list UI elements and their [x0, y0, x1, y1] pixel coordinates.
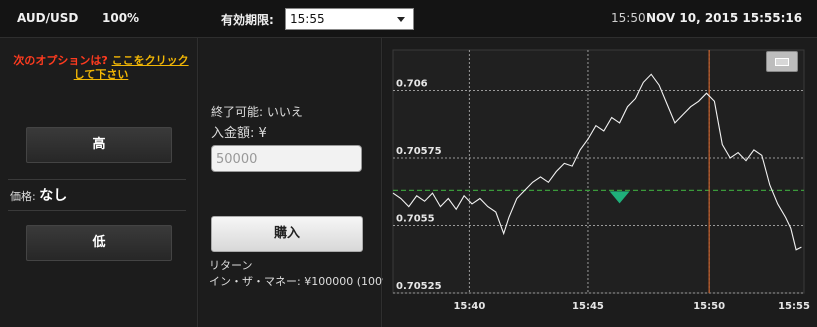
- price-label: 価格:: [10, 190, 36, 203]
- price-chart: 0.706 0.70575 0.7055 0.70525 15:40 15:45 15:50…: [392, 49, 810, 312]
- chart-toggle-button[interactable]: [766, 51, 798, 72]
- expiry-label: 有効期限:: [221, 13, 274, 27]
- deposit-label: 入金額: ¥: [211, 126, 267, 141]
- y-tick-label: 0.7055: [396, 214, 435, 225]
- buy-button[interactable]: 購入: [211, 216, 363, 252]
- server-datetime: NOV 10, 2015 15:55:16: [646, 11, 803, 25]
- low-button[interactable]: 低: [26, 225, 172, 261]
- header-bar: AUD/USD 100% 有効期限: 15:55 15:50 NOV 10, 2…: [0, 0, 817, 38]
- price-value: なし: [39, 188, 68, 204]
- price-display: 価格: なし: [10, 185, 67, 205]
- chevron-down-icon: [397, 17, 405, 22]
- payout-percentage: 100%: [102, 11, 140, 25]
- expiry-select[interactable]: 15:55: [285, 8, 414, 30]
- divider: [8, 179, 186, 180]
- trade-direction-panel: 次のオプションは? ここをクリックして下さい 高 価格: なし 低: [0, 38, 198, 327]
- y-tick-label: 0.70575: [396, 146, 442, 157]
- y-tick-label: 0.70525: [396, 281, 442, 292]
- closable-status: 終了可能: いいえ: [211, 105, 303, 119]
- divider: [8, 210, 186, 211]
- x-tick-label: 15:50: [693, 301, 725, 312]
- x-tick-label: 15:45: [572, 301, 604, 312]
- x-tick-label: 15:40: [453, 301, 485, 312]
- current-time-short: 15:50: [611, 11, 646, 25]
- price-chart-panel: 0.706 0.70575 0.7055 0.70525 15:40 15:45 15:50…: [383, 38, 817, 327]
- in-the-money-text: イン・ザ・マネー: ¥100000 (100%): [209, 275, 397, 288]
- x-tick-label: 15:55: [778, 301, 810, 312]
- high-button[interactable]: 高: [26, 127, 172, 163]
- next-option-prompt: 次のオプションは? ここをクリックして下さい: [10, 54, 192, 82]
- amount-input[interactable]: 50000: [211, 145, 362, 172]
- window-icon: [775, 58, 789, 66]
- currency-pair: AUD/USD: [17, 11, 79, 25]
- expiry-select-value: 15:55: [290, 12, 325, 26]
- y-tick-label: 0.706: [396, 79, 428, 90]
- return-label: リターン: [209, 259, 253, 272]
- purchase-panel: 終了可能: いいえ 入金額: ¥ 50000 購入 リターン イン・ザ・マネー:…: [199, 38, 397, 327]
- next-option-text: 次のオプションは?: [13, 54, 108, 67]
- plot-area: [392, 49, 805, 294]
